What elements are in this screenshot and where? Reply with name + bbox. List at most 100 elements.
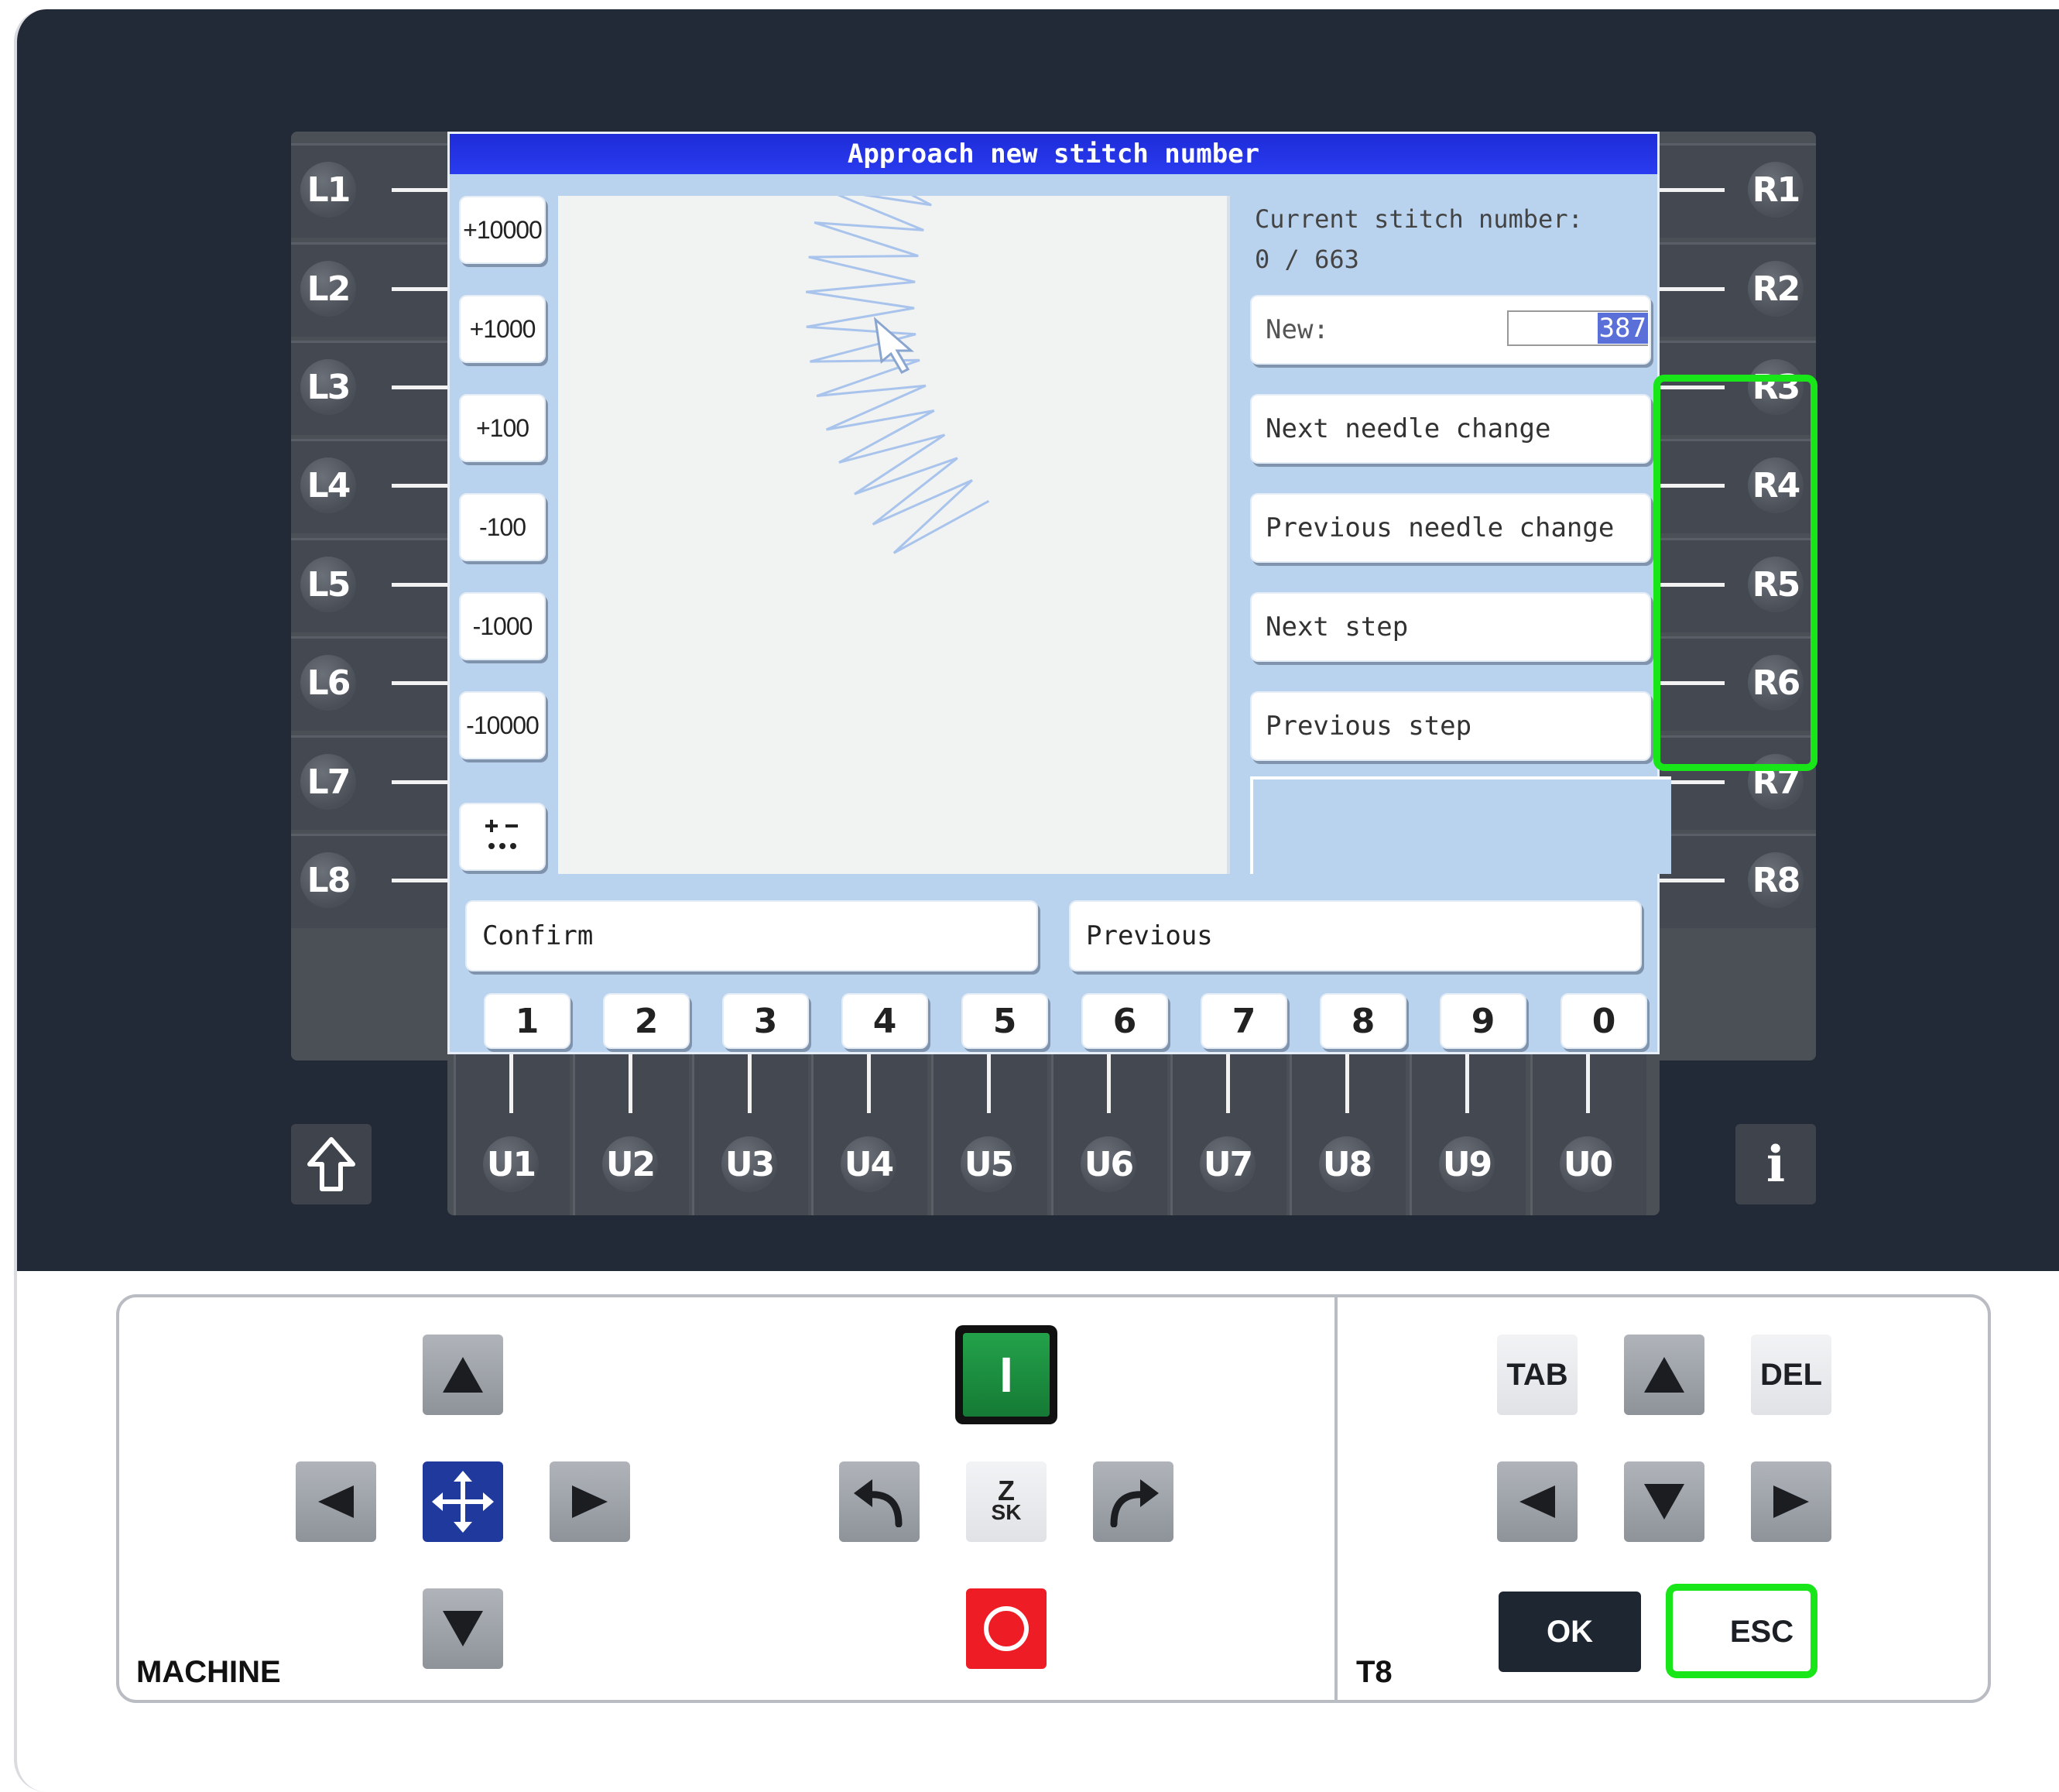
right-menu-button-label: Previous step [1266,711,1472,742]
t8-down-key[interactable] [1624,1461,1704,1542]
undo-key[interactable] [839,1461,920,1542]
softkey-right-6[interactable]: R6 [1748,655,1804,711]
softkey-bottom-6[interactable]: U6 [1081,1136,1136,1192]
new-stitch-input[interactable]: 387 [1507,310,1648,346]
step-button[interactable]: -100 [459,493,546,561]
softkey-right-8[interactable]: R8 [1748,852,1804,908]
stop-circle-icon [984,1606,1029,1651]
tab-key[interactable]: TAB [1497,1335,1578,1415]
bottom-softkey-tick [1465,1054,1469,1113]
digit-button[interactable]: 2 [603,993,690,1049]
left-softkey-tick [392,484,447,488]
new-stitch-field[interactable]: New: 387 [1250,295,1651,365]
t8-left-key[interactable] [1497,1461,1578,1542]
softkey-right-4[interactable]: R4 [1748,457,1804,513]
softkey-right-7[interactable]: R7 [1748,754,1804,810]
screen-title: Approach new stitch number [450,134,1657,174]
digit-button[interactable]: 9 [1440,993,1526,1049]
left-softkey-tick [392,681,447,685]
bottom-softkey-tick [987,1054,991,1113]
t8-right-key[interactable] [1751,1461,1831,1542]
bottom-softkey-tick [867,1054,871,1113]
digit-button[interactable]: 8 [1320,993,1406,1049]
softkey-left-1[interactable]: L1 [300,162,356,218]
softkey-right-1[interactable]: R1 [1748,162,1804,218]
machine-left-key[interactable] [296,1461,376,1542]
shift-key[interactable] [291,1124,372,1204]
machine-move-key[interactable] [423,1461,503,1542]
new-stitch-value: 387 [1597,313,1648,344]
right-menu-button[interactable]: Previous needle change [1250,493,1651,563]
softkey-left-2[interactable]: L2 [300,261,356,317]
stop-key[interactable] [966,1588,1047,1669]
stitch-path [805,35,990,554]
softkey-bottom-5[interactable]: U5 [961,1136,1016,1192]
redo-arrow-icon [1110,1479,1159,1527]
left-softkey-tick [392,879,447,882]
esc-key[interactable]: ESC [1691,1592,1833,1672]
softkey-bottom-2[interactable]: U2 [602,1136,658,1192]
keyboard-divider [1334,1297,1338,1700]
previous-button[interactable]: Previous [1069,900,1642,971]
softkey-bottom-7[interactable]: U7 [1200,1136,1256,1192]
current-stitch-value: 0 / 663 [1255,245,1359,274]
step-button[interactable]: -1000 [459,592,546,660]
machine-down-key[interactable] [423,1588,503,1669]
step-button[interactable]: +100 [459,394,546,462]
digit-button[interactable]: 0 [1561,993,1647,1049]
redo-key[interactable] [1093,1461,1173,1542]
bottom-softkey-tick [1345,1054,1349,1113]
digit-button[interactable]: 6 [1081,993,1168,1049]
start-key-face: I [963,1333,1050,1417]
softkey-right-2[interactable]: R2 [1748,261,1804,317]
arrow-right-icon [572,1485,608,1518]
softkey-left-3[interactable]: L3 [300,359,356,415]
right-softkey-tick [1660,385,1725,389]
step-button[interactable]: +1000 [459,295,546,363]
del-key[interactable]: DEL [1751,1335,1831,1415]
step-button[interactable]: +10000 [459,196,546,264]
sign-toggle-button[interactable] [459,803,546,871]
machine-right-key[interactable] [550,1461,630,1542]
machine-up-key[interactable] [423,1335,503,1415]
confirm-button[interactable]: Confirm [465,900,1038,971]
step-button[interactable]: -10000 [459,691,546,759]
softkey-bottom-10[interactable]: U0 [1560,1136,1615,1192]
info-key[interactable]: i [1735,1124,1816,1204]
softkey-left-5[interactable]: L5 [300,557,356,612]
softkey-left-6[interactable]: L6 [300,655,356,711]
softkey-bottom-1[interactable]: U1 [483,1136,539,1192]
softkey-bottom-9[interactable]: U9 [1439,1136,1495,1192]
digit-button[interactable]: 4 [841,993,928,1049]
digit-button[interactable]: 1 [484,993,570,1049]
softkey-bottom-3[interactable]: U3 [721,1136,777,1192]
softkey-bottom-4[interactable]: U4 [841,1136,896,1192]
start-key[interactable]: I [955,1325,1057,1424]
shift-arrow-icon [307,1137,355,1191]
stitch-preview [805,35,990,554]
current-stitch-label: Current stitch number: [1255,204,1583,234]
right-menu-button-label: Next step [1266,612,1409,642]
softkey-left-7[interactable]: L7 [300,754,356,810]
digit-button[interactable]: 3 [722,993,809,1049]
keyboard-panel: MACHINE I Z SK TAB DEL OK ESC T8 [116,1294,1991,1703]
bottom-softkey-tick [1586,1054,1590,1113]
right-menu-button[interactable]: Previous step [1250,691,1651,761]
softkey-bottom-8[interactable]: U8 [1319,1136,1375,1192]
right-softkey-tick [1660,583,1725,587]
softkey-left-8[interactable]: L8 [300,852,356,908]
zsk-logo-key[interactable]: Z SK [966,1461,1047,1542]
digit-button[interactable]: 5 [961,993,1048,1049]
t8-up-key[interactable] [1624,1335,1704,1415]
softkey-left-4[interactable]: L4 [300,457,356,513]
ok-key[interactable]: OK [1499,1592,1641,1672]
right-menu-button-label: Next needle change [1266,413,1551,444]
softkey-right-3[interactable]: R3 [1748,359,1804,415]
machine-section-label: MACHINE [136,1655,281,1689]
confirm-label: Confirm [482,920,594,951]
digit-button[interactable]: 7 [1201,993,1287,1049]
machine-frame: L1 L2 L3 L4 L5 L6 L7 L8 R1 R2 R3 R4 R5 R6 R7 R8 U1 U2 U3… [14,9,2059,1792]
softkey-right-5[interactable]: R5 [1748,557,1804,612]
right-menu-button[interactable]: Next needle change [1250,394,1651,464]
right-menu-button[interactable]: Next step [1250,592,1651,662]
